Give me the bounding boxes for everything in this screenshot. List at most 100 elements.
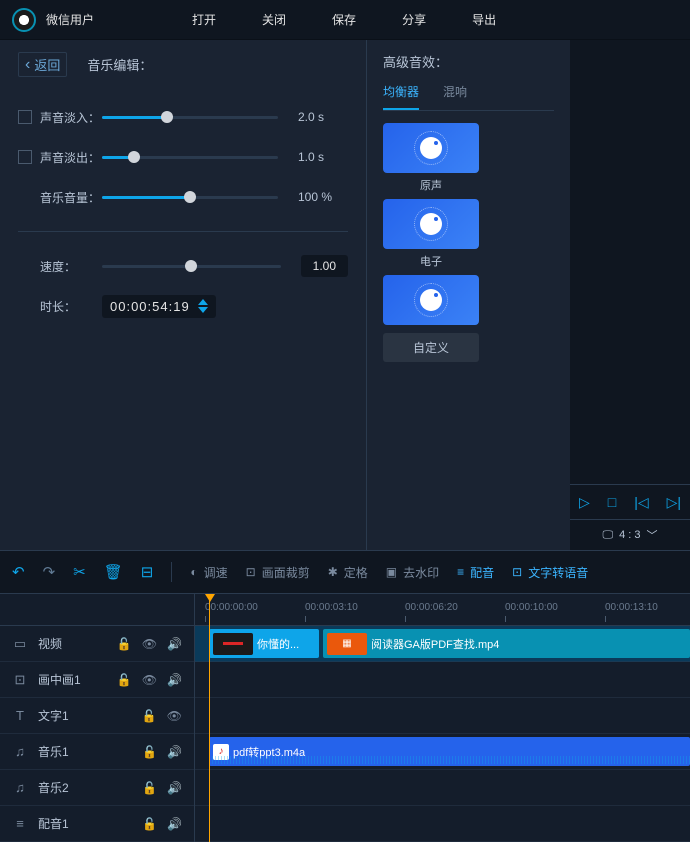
crop-icon: ⊡ <box>246 565 256 579</box>
playhead[interactable] <box>209 594 210 842</box>
lock-icon[interactable]: 🔓 <box>142 781 157 795</box>
fade-in-checkbox[interactable] <box>18 110 32 124</box>
eye-icon[interactable]: 👁 <box>142 673 157 687</box>
duration-down-icon[interactable] <box>198 307 208 313</box>
pip-lane[interactable] <box>195 662 690 698</box>
duration-label: 时长： <box>40 298 102 315</box>
effects-title: 高级音效： <box>383 52 554 71</box>
preset-original[interactable]: 原声 <box>383 123 554 193</box>
menu-save[interactable]: 保存 <box>314 11 374 28</box>
lock-icon[interactable]: 🔓 <box>142 745 157 759</box>
volume-label: 音乐音量： <box>40 189 102 206</box>
delete-icon[interactable]: 🗑 <box>104 563 123 581</box>
volume-slider[interactable] <box>102 196 278 199</box>
dubbing-icon: ≡ <box>457 565 464 579</box>
tool-freeze[interactable]: ✱定格 <box>328 564 368 581</box>
volume-value: 100 % <box>298 190 348 204</box>
fade-in-value: 2.0 s <box>298 110 348 124</box>
fade-out-checkbox[interactable] <box>18 150 32 164</box>
prev-frame-icon[interactable]: |◁ <box>634 494 648 511</box>
track-music2[interactable]: ♫ 音乐2 🔓 🔊 <box>0 770 194 806</box>
speaker-icon[interactable]: 🔊 <box>167 817 182 831</box>
tab-equalizer[interactable]: 均衡器 <box>383 83 419 110</box>
vo-lane[interactable] <box>195 806 690 842</box>
duration-up-icon[interactable] <box>198 299 208 305</box>
track-video[interactable]: ▭ 视频 🔓 👁 🔊 <box>0 626 194 662</box>
video-lane[interactable]: 你懂的... 阅读器GA版PDF查找.mp4 <box>195 626 690 662</box>
next-frame-icon[interactable]: ▷| <box>667 494 681 511</box>
music-track-icon: ♫ <box>12 744 28 759</box>
preset-list[interactable]: 原声 电子 自定义 <box>383 123 554 538</box>
time-ruler[interactable]: 00:00:00:00 00:00:03:10 00:00:06:20 00:0… <box>195 594 690 626</box>
lock-icon[interactable]: 🔓 <box>117 637 132 651</box>
menu-close[interactable]: 关闭 <box>244 11 304 28</box>
music-track-icon: ♫ <box>12 780 28 795</box>
track-pip1[interactable]: ⊡ 画中画1 🔓 👁 🔊 <box>0 662 194 698</box>
speed-slider[interactable] <box>102 265 281 268</box>
back-button[interactable]: 返回 <box>18 52 67 77</box>
fade-out-value: 1.0 s <box>298 150 348 164</box>
track-text1[interactable]: T 文字1 🔓 👁 <box>0 698 194 734</box>
fade-out-slider[interactable] <box>102 156 278 159</box>
knob-icon <box>420 137 442 159</box>
speed-icon: ◐ <box>190 565 197 579</box>
eye-icon[interactable]: 👁 <box>167 709 182 723</box>
duration-input[interactable]: 00:00:54:19 <box>102 295 216 318</box>
username-label: 微信用户 <box>46 11 94 28</box>
tts-icon: ⊡ <box>512 565 522 579</box>
clip-thumbnail <box>213 633 253 655</box>
tool-crop[interactable]: ⊡画面裁剪 <box>246 564 310 581</box>
speaker-icon[interactable]: 🔊 <box>167 673 182 687</box>
cut-icon[interactable]: ✂ <box>73 563 86 581</box>
menu-open[interactable]: 打开 <box>174 11 234 28</box>
tool-watermark[interactable]: ▣去水印 <box>386 564 439 581</box>
track-vo1[interactable]: ≡ 配音1 🔓 🔊 <box>0 806 194 842</box>
video-track-icon: ▭ <box>12 636 28 652</box>
panel-title: 音乐编辑： <box>87 55 152 74</box>
menu-export[interactable]: 导出 <box>454 11 514 28</box>
video-clip-2[interactable]: 阅读器GA版PDF查找.mp4 <box>323 629 690 658</box>
watermark-icon: ▣ <box>386 565 397 579</box>
user-avatar[interactable] <box>12 8 36 32</box>
speaker-icon[interactable]: 🔊 <box>167 637 182 651</box>
play-icon[interactable]: ▷ <box>579 494 590 511</box>
track-music1[interactable]: ♫ 音乐1 🔓 🔊 <box>0 734 194 770</box>
tool-dubbing[interactable]: ≡配音 <box>457 564 494 581</box>
fade-in-label: 声音淡入： <box>40 109 102 126</box>
menu-share[interactable]: 分享 <box>384 11 444 28</box>
edit-toolbar: ↶ ↷ ✂ 🗑 ⊟ ◐调速 ⊡画面裁剪 ✱定格 ▣去水印 ≡配音 ⊡文字转语音 <box>0 550 690 594</box>
lock-icon[interactable]: 🔓 <box>142 817 157 831</box>
preview-controls: ▷ □ |◁ ▷| 🖵 4 : 3 ﹀ <box>570 40 690 550</box>
preset-electronic[interactable]: 电子 <box>383 199 554 269</box>
music-edit-panel: 返回 音乐编辑： 声音淡入： 2.0 s 声音淡出： 1.0 s 音乐音量： 1… <box>0 40 366 550</box>
knob-icon <box>420 213 442 235</box>
freeze-icon: ✱ <box>328 565 338 579</box>
vo-track-icon: ≡ <box>12 816 28 831</box>
video-clip-1[interactable]: 你懂的... <box>209 629 319 658</box>
pip-track-icon: ⊡ <box>12 672 28 688</box>
undo-icon[interactable]: ↶ <box>12 563 25 581</box>
clip-thumbnail <box>327 633 367 655</box>
speaker-icon[interactable]: 🔊 <box>167 781 182 795</box>
fade-out-label: 声音淡出： <box>40 149 102 166</box>
audio-clip-1[interactable]: ♪ pdf转ppt3.m4a <box>209 737 690 766</box>
music2-lane[interactable] <box>195 770 690 806</box>
tab-reverb[interactable]: 混响 <box>443 83 467 110</box>
split-icon[interactable]: ⊟ <box>141 563 154 581</box>
eye-icon[interactable]: 👁 <box>142 637 157 651</box>
stop-icon[interactable]: □ <box>608 494 616 510</box>
timeline: ▭ 视频 🔓 👁 🔊 ⊡ 画中画1 🔓 👁 🔊 T 文字1 🔓 👁 ♫ 音乐1 … <box>0 594 690 842</box>
lock-icon[interactable]: 🔓 <box>117 673 132 687</box>
redo-icon[interactable]: ↷ <box>43 563 56 581</box>
music1-lane[interactable]: ♪ pdf转ppt3.m4a <box>195 734 690 770</box>
fade-in-slider[interactable] <box>102 116 278 119</box>
speaker-icon[interactable]: 🔊 <box>167 745 182 759</box>
tool-tts[interactable]: ⊡文字转语音 <box>512 564 588 581</box>
lock-icon[interactable]: 🔓 <box>142 709 157 723</box>
speed-label: 速度： <box>40 258 102 275</box>
custom-preset-button[interactable]: 自定义 <box>383 333 479 362</box>
preset-item[interactable] <box>383 275 554 325</box>
text-lane[interactable] <box>195 698 690 734</box>
aspect-ratio-selector[interactable]: 🖵 4 : 3 ﹀ <box>570 520 690 550</box>
tool-speed[interactable]: ◐调速 <box>190 564 227 581</box>
